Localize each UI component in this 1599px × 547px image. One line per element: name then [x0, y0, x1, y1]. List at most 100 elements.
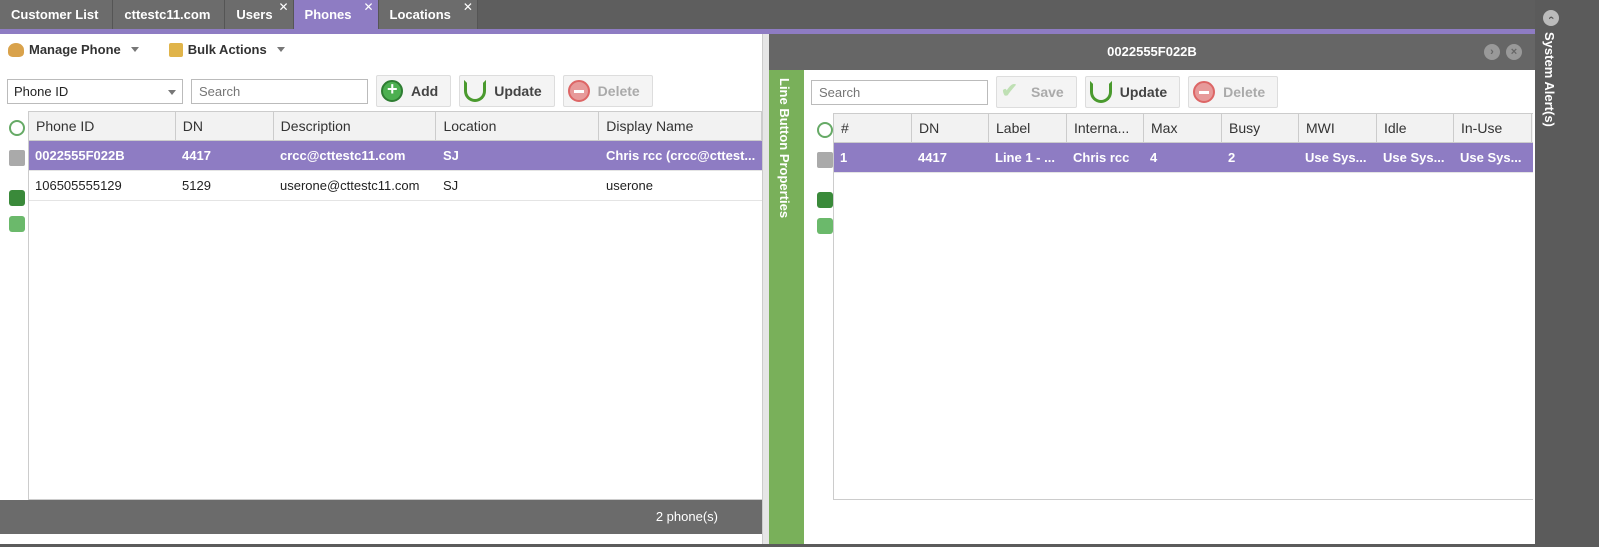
delete-label: Delete	[597, 83, 640, 99]
table-row[interactable]: 0022555F022B 4417 crcc@cttestc11.com SJ …	[29, 141, 762, 171]
column-header-description[interactable]: Description	[274, 112, 437, 140]
column-header-display-name[interactable]: Display Name	[599, 112, 763, 140]
column-header-dn[interactable]: DN	[912, 114, 989, 142]
save-label: Save	[1031, 84, 1064, 100]
system-alerts-bar[interactable]: ‹ System Alert(s)	[1535, 0, 1599, 547]
update-icon	[464, 80, 487, 102]
print-icon[interactable]	[9, 150, 25, 166]
tab-label: Users	[236, 7, 273, 22]
phones-grid: Phone ID DN Description Location Display…	[28, 111, 763, 500]
close-icon[interactable]: ✕	[278, 0, 288, 22]
tab-label: cttestc11.com	[124, 7, 211, 22]
bulk-actions-menu[interactable]: Bulk Actions	[168, 42, 285, 57]
column-header-mwi[interactable]: MWI	[1299, 114, 1377, 142]
side-tab-label: Line Button Properties	[777, 78, 792, 219]
table-cell: Chris rcc (crcc@cttest...	[606, 148, 756, 163]
update-label: Update	[1119, 84, 1168, 100]
detail-search-input[interactable]	[811, 79, 988, 105]
filter-select[interactable]: Phone ID	[7, 78, 183, 104]
tab-users[interactable]: Users ✕	[225, 0, 294, 29]
tab-phones[interactable]: Phones ✕	[293, 0, 379, 29]
tab-customer-list[interactable]: Customer List	[0, 0, 114, 29]
column-header-internal[interactable]: Interna...	[1067, 114, 1144, 142]
grid-side-icons	[6, 120, 28, 246]
menu-toolbar: Manage Phone Bulk Actions	[8, 42, 285, 57]
excel-icon[interactable]	[817, 192, 833, 208]
table-cell: 4417	[182, 148, 211, 163]
csv-icon[interactable]	[9, 216, 25, 232]
update-icon	[1089, 81, 1112, 103]
bulk-actions-label: Bulk Actions	[187, 42, 267, 57]
tab-cttestc11[interactable]: cttestc11.com	[113, 0, 226, 29]
manage-phone-icon	[8, 42, 24, 57]
table-cell: 0022555F022B	[35, 148, 125, 163]
excel-icon[interactable]	[9, 190, 25, 206]
tab-bar: Customer List cttestc11.com Users ✕ Phone…	[0, 0, 1566, 29]
column-header-number[interactable]: #	[834, 114, 912, 142]
table-cell: 4417	[918, 150, 947, 165]
table-cell: userone@cttestc11.com	[280, 178, 420, 193]
line-button-properties-tab[interactable]: Line Button Properties	[769, 70, 804, 544]
close-icon[interactable]: ✕	[363, 0, 373, 22]
table-cell: Chris rcc	[1073, 150, 1130, 165]
refresh-icon[interactable]	[817, 122, 833, 138]
column-header-in-use[interactable]: In-Use	[1454, 114, 1532, 142]
next-icon[interactable]: ›	[1484, 44, 1500, 60]
update-button[interactable]: Update	[459, 75, 555, 107]
grid-footer: 2 phone(s)	[0, 500, 762, 534]
tab-label: Locations	[389, 7, 451, 22]
chevron-down-icon	[168, 89, 176, 95]
column-header-location[interactable]: Location	[436, 112, 600, 140]
grid-header: Phone ID DN Description Location Display…	[29, 111, 763, 141]
column-header-busy[interactable]: Busy	[1222, 114, 1299, 142]
detail-header: 0022555F022B › ×	[769, 34, 1535, 70]
column-header-dn[interactable]: DN	[176, 112, 274, 140]
table-cell: 4	[1150, 150, 1158, 165]
save-icon	[1001, 78, 1023, 103]
column-header-idle[interactable]: Idle	[1377, 114, 1454, 142]
close-icon[interactable]: ×	[1506, 44, 1522, 60]
add-button[interactable]: Add	[376, 75, 452, 107]
filter-select-value: Phone ID	[14, 83, 69, 99]
delete-icon	[1193, 81, 1216, 103]
table-cell: Use Sys...	[1460, 150, 1522, 165]
table-cell: Line 1 - ...	[995, 150, 1055, 165]
detail-delete-button[interactable]: Delete	[1188, 76, 1279, 108]
delete-label: Delete	[1223, 84, 1266, 100]
detail-toolbar: Save Update Delete	[811, 76, 1279, 108]
collapse-icon[interactable]: ‹	[1543, 10, 1559, 26]
column-header-phone-id[interactable]: Phone ID	[29, 112, 176, 140]
add-icon	[381, 79, 403, 102]
table-cell: Use Sys...	[1305, 150, 1367, 165]
tab-locations[interactable]: Locations ✕	[378, 0, 478, 29]
tab-label: Phones	[304, 7, 352, 22]
close-icon[interactable]: ✕	[463, 0, 473, 22]
table-row[interactable]: 1 4417 Line 1 - ... Chris rcc 4 2 Use Sy…	[834, 143, 1533, 173]
table-cell: SJ	[443, 148, 459, 163]
tab-label: Customer List	[11, 7, 99, 22]
table-cell: 106505555129	[35, 178, 122, 193]
line-buttons-grid: # DN Label Interna... Max Busy MWI Idle …	[833, 113, 1533, 500]
delete-button[interactable]: Delete	[562, 75, 653, 107]
manage-phone-label: Manage Phone	[29, 42, 121, 57]
detail-title: 0022555F022B	[1107, 44, 1197, 59]
refresh-icon[interactable]	[9, 120, 25, 136]
search-input[interactable]	[191, 78, 368, 104]
table-cell: crcc@cttestc11.com	[280, 148, 406, 163]
manage-phone-menu[interactable]: Manage Phone	[8, 42, 139, 57]
column-header-label[interactable]: Label	[989, 114, 1067, 142]
save-button[interactable]: Save	[996, 76, 1077, 108]
column-header-max[interactable]: Max	[1144, 114, 1222, 142]
csv-icon[interactable]	[817, 218, 833, 234]
detail-update-button[interactable]: Update	[1084, 76, 1181, 108]
table-cell: userone	[606, 178, 653, 193]
table-row[interactable]: 106505555129 5129 userone@cttestc11.com …	[29, 171, 762, 201]
table-cell: Use Sys...	[1383, 150, 1445, 165]
print-icon[interactable]	[817, 152, 833, 168]
panel-splitter[interactable]	[762, 34, 769, 544]
phones-panel: Manage Phone Bulk Actions Phone ID Add U	[0, 34, 775, 544]
delete-icon	[567, 80, 590, 102]
phone-count: 2 phone(s)	[655, 509, 718, 524]
table-cell: SJ	[443, 178, 459, 193]
chevron-down-icon	[276, 47, 285, 52]
